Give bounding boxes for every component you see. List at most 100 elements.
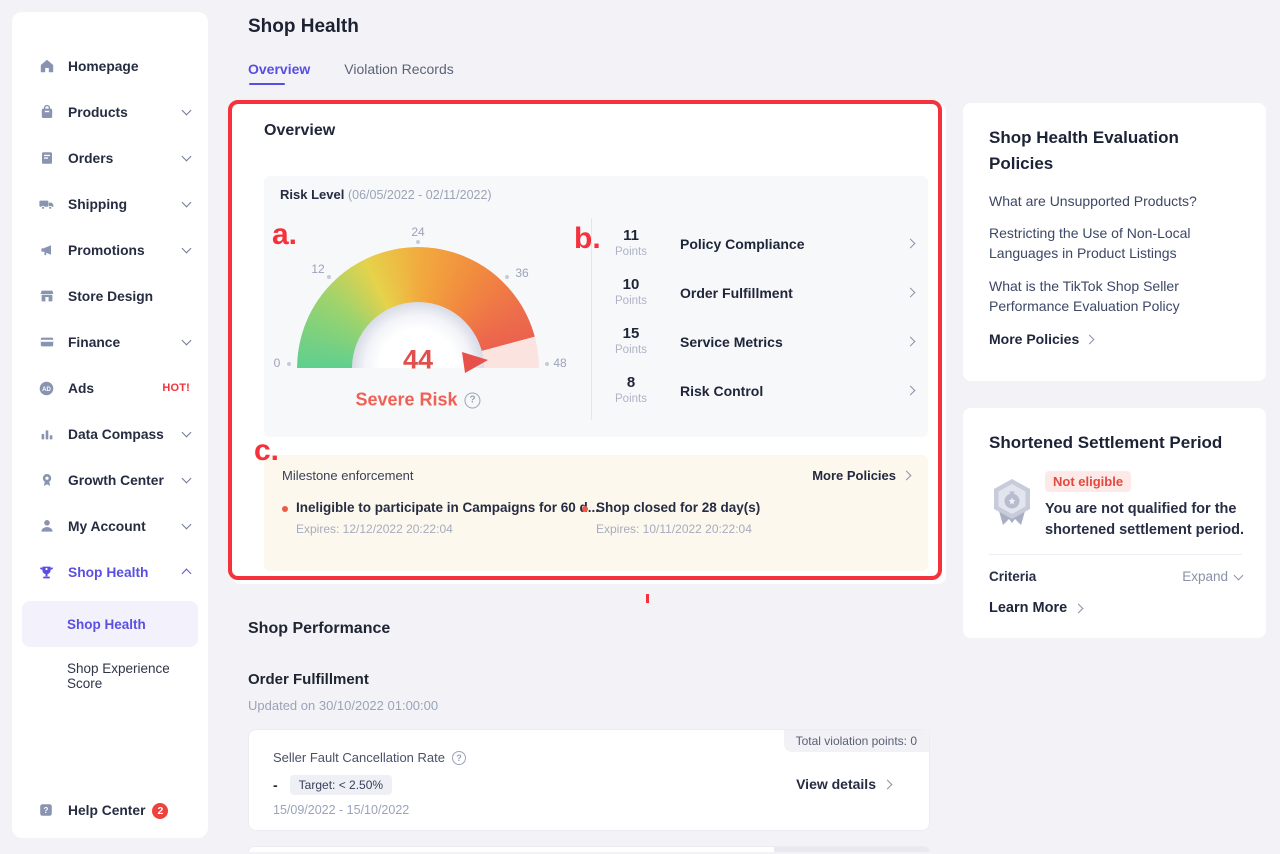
sidebar-item-label: Homepage [68,59,190,74]
sidebar-item-label: Orders [68,151,183,166]
sidebar-item-orders[interactable]: Orders [12,135,208,181]
question-circle-icon[interactable]: ? [452,751,466,765]
chevron-down-icon [182,198,192,208]
not-eligible-badge: Not eligible [1045,471,1131,492]
policy-link-non-local-languages[interactable]: Restricting the Use of Non-Local Languag… [989,223,1240,264]
more-policies-label: More Policies [989,331,1079,347]
chevron-right-icon [906,239,916,249]
sidebar-item-shipping[interactable]: Shipping [12,181,208,227]
updated-timestamp: Updated on 30/10/2022 01:00:00 [248,698,930,713]
sidebar-subitem-shop-health[interactable]: Shop Health [22,601,198,647]
points-row-risk-control[interactable]: 8Points Risk Control [608,366,914,415]
more-policies-link[interactable]: More Policies [989,331,1240,347]
sidebar-item-shop-health[interactable]: Shop Health [12,549,208,595]
page-title: Shop Health [248,16,359,38]
points-divider [591,218,592,420]
sidebar-subitem-label: Shop Health [67,617,146,632]
gauge-tick-dot [287,362,291,366]
sidebar-item-store-design[interactable]: Store Design [12,273,208,319]
sidebar-item-my-account[interactable]: My Account [12,503,208,549]
criteria-label: Criteria [989,569,1036,584]
chevron-down-icon [182,244,192,254]
help-center-label: Help Center [68,803,145,818]
chevron-right-icon [906,337,916,347]
bullet-dot-icon [282,506,288,512]
gauge-tick-label: 24 [411,225,424,239]
chevron-right-icon [906,288,916,298]
truck-icon [38,196,55,213]
help-center[interactable]: ? Help Center 2 [38,802,168,819]
points-unit: Points [608,245,654,260]
evaluation-policies-title: Shop Health Evaluation Policies [989,125,1240,178]
milestone-item-text: Shop closed for 28 day(s) [596,500,760,515]
sidebar-item-ads[interactable]: AD Ads HOT! [12,365,208,411]
milestone-item-expires: Expires: 12/12/2022 20:22:04 [296,522,599,536]
ads-icon: AD [38,380,55,397]
gauge-value: 44 [403,345,433,376]
criteria-expand-toggle[interactable]: Expand [1182,569,1242,584]
chevron-down-icon [182,520,192,530]
gauge-status: Severe Risk ? [355,390,480,411]
overview-card-title: Overview [264,122,335,140]
hot-tag: HOT! [162,382,190,394]
metric-date-range: 15/09/2022 - 15/10/2022 [273,803,409,817]
sidebar-item-data-compass[interactable]: Data Compass [12,411,208,457]
sidebar-item-finance[interactable]: Finance [12,319,208,365]
page: { "header": { "title": "Shop Health", "t… [0,0,1280,854]
sidebar-item-label: Shipping [68,197,183,212]
bullet-dot-icon [582,506,588,512]
chevron-right-icon [902,471,912,481]
points-unit: Points [608,392,654,407]
policy-link-performance-evaluation[interactable]: What is the TikTok Shop Seller Performan… [989,276,1240,317]
risk-level-date-range: (06/05/2022 - 02/11/2022) [348,188,492,202]
chevron-right-icon [906,386,916,396]
sidebar-item-label: My Account [68,519,183,534]
points-unit: Points [608,343,654,358]
sidebar-item-homepage[interactable]: Homepage [12,43,208,89]
expand-label: Expand [1182,569,1228,584]
tab-violation-records[interactable]: Violation Records [344,61,453,85]
sidebar-subitem-shop-experience-score[interactable]: Shop Experience Score [22,653,198,699]
medal-icon [38,472,55,489]
gauge-tick-label: 48 [553,356,566,370]
order-document-icon [38,150,55,167]
metric-label: Seller Fault Cancellation Rate [273,750,445,765]
sidebar-item-label: Promotions [68,243,183,258]
credit-card-icon [38,334,55,351]
home-icon [38,58,55,75]
sidebar: Homepage Products Orders Shipping [12,12,208,838]
shop-performance-title: Shop Performance [248,612,930,638]
next-metric-card-partial [248,846,930,852]
chevron-right-icon [1085,334,1095,344]
trophy-icon [38,564,55,581]
sidebar-item-promotions[interactable]: Promotions [12,227,208,273]
settlement-medal-icon [989,477,1035,541]
chevron-down-icon [182,106,192,116]
learn-more-label: Learn More [989,600,1067,616]
points-value: 8 [608,374,654,392]
settlement-period-card: Shortened Settlement Period Not eligible… [963,408,1266,638]
tab-overview[interactable]: Overview [248,61,310,85]
risk-level-title: Risk Level [280,187,344,202]
gauge-status-label: Severe Risk [355,390,457,411]
chevron-down-icon [182,474,192,484]
question-circle-icon[interactable]: ? [465,392,481,408]
tab-bar: Overview Violation Records [248,61,454,85]
sidebar-item-growth-center[interactable]: Growth Center [12,457,208,503]
metric-target-badge: Target: < 2.50% [290,775,392,795]
learn-more-link[interactable]: Learn More [989,600,1242,616]
sidebar-item-products[interactable]: Products [12,89,208,135]
points-row-policy-compliance[interactable]: 11Points Policy Compliance [608,219,914,268]
chevron-right-icon [883,779,893,789]
chevron-down-icon [182,152,192,162]
policy-link-unsupported-products[interactable]: What are Unsupported Products? [989,191,1240,211]
points-value: 15 [608,325,654,343]
sidebar-item-label: Finance [68,335,183,350]
points-row-order-fulfillment[interactable]: 10Points Order Fulfillment [608,268,914,317]
milestone-more-policies-link[interactable]: More Policies [812,468,910,483]
points-row-service-metrics[interactable]: 15Points Service Metrics [608,317,914,366]
view-details-link[interactable]: View details [796,776,891,792]
help-notification-badge: 2 [152,803,168,819]
megaphone-icon [38,242,55,259]
annotation-tick-mark [646,594,649,603]
